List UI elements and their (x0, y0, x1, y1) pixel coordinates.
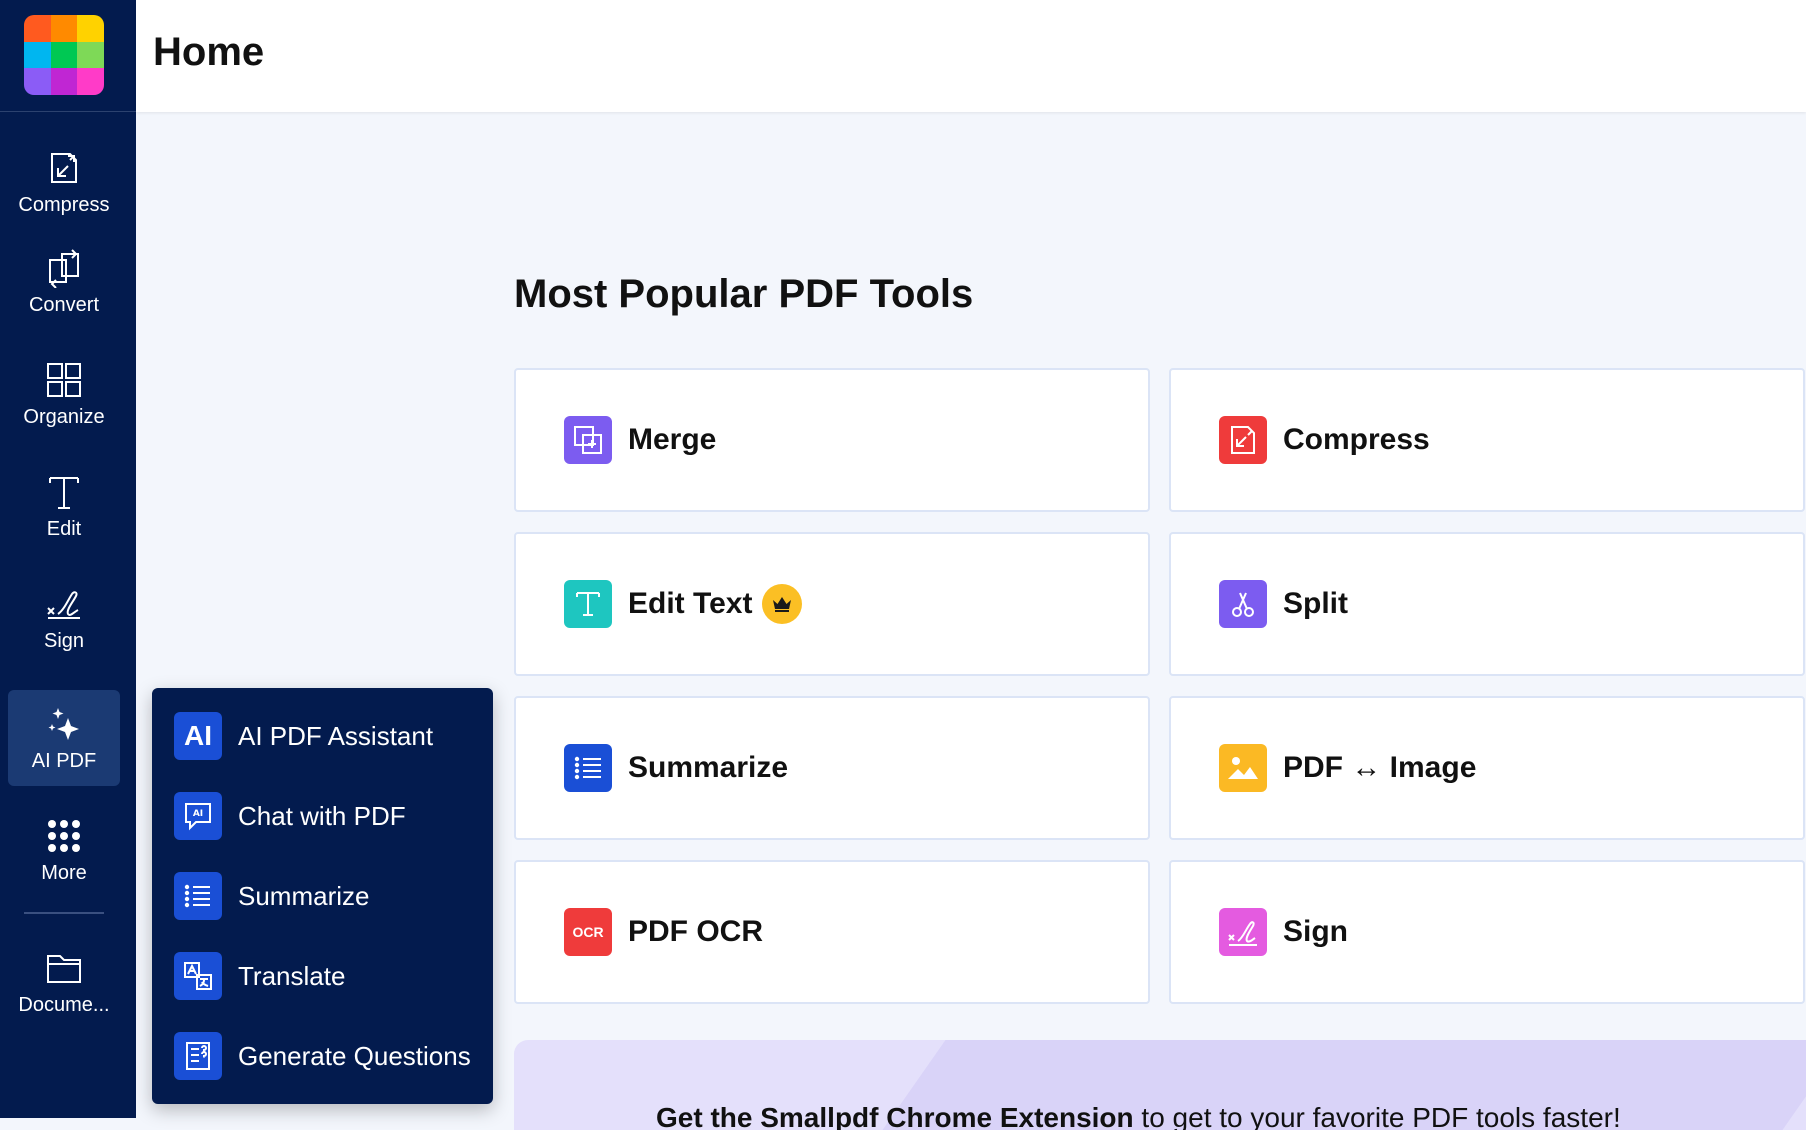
logo-tile (24, 41, 51, 69)
tool-card-label: Sign (1283, 915, 1348, 948)
merge-icon (564, 416, 612, 464)
tool-card-pdf-ocr[interactable]: OCR PDF OCR (514, 860, 1150, 1004)
svg-text:AI: AI (193, 809, 203, 819)
tool-card-label: Summarize (628, 751, 789, 784)
logo-tile (77, 41, 104, 69)
folder-icon (47, 955, 81, 983)
ai-menu-item-translate[interactable]: Translate (174, 949, 484, 1003)
tool-card-pdf-image[interactable]: PDF ↔ Image (1169, 696, 1805, 840)
rail-item-convert[interactable]: Convert (8, 234, 120, 330)
tool-card-label: PDF OCR (628, 915, 763, 948)
section-title: Most Popular PDF Tools (514, 272, 974, 316)
rail-item-label: Edit (46, 518, 82, 540)
image-icon (1219, 744, 1267, 792)
edit-text-icon (564, 580, 612, 628)
rail-item-sign[interactable]: Sign (8, 570, 120, 666)
ai-menu-item-chat[interactable]: AI Chat with PDF (174, 789, 484, 843)
banner-text: Get the Smallpdf Chrome Extension to get… (656, 1102, 1621, 1130)
ai-menu-item-generate-questions[interactable]: Generate Questions (174, 1029, 484, 1083)
tool-card-label: Edit Text (628, 587, 753, 620)
tool-card-split[interactable]: Split (1169, 532, 1805, 676)
left-rail: Compress Convert Organize Edit Sign AI P… (0, 0, 136, 1118)
convert-icon (49, 249, 79, 288)
logo-tile (50, 15, 78, 42)
tool-card-summarize[interactable]: Summarize (514, 696, 1150, 840)
compress-icon (51, 153, 77, 183)
ai-pdf-menu: AI AI PDF Assistant AI Chat with PDF Sum… (152, 688, 493, 1104)
tool-card-edit-text[interactable]: Edit Text (514, 532, 1150, 676)
rail-item-label: Convert (28, 294, 100, 316)
rail-divider (0, 111, 136, 112)
organize-icon (47, 363, 81, 397)
ai-menu-item-summarize[interactable]: Summarize (174, 869, 484, 923)
scissors-icon (1219, 580, 1267, 628)
rail-item-label: Compress (18, 194, 110, 216)
grid-dots-icon (48, 820, 80, 852)
translate-icon (174, 952, 222, 1000)
smallpdf-logo[interactable] (24, 15, 104, 95)
list-icon (564, 744, 612, 792)
tool-card-compress[interactable]: Compress (1169, 368, 1805, 512)
rail-item-label: More (41, 862, 87, 884)
logo-tile (24, 68, 51, 95)
banner-link[interactable]: Get the Smallpdf Chrome Extension (656, 1102, 1134, 1130)
logo-tile (50, 41, 78, 69)
sparkles-icon (48, 708, 79, 740)
ocr-icon: OCR (564, 908, 612, 956)
rail-item-ai-pdf[interactable]: AI PDF (8, 690, 120, 786)
page-title: Home (153, 30, 265, 74)
rail-item-documents[interactable]: Docume... (8, 934, 120, 1030)
rail-item-label: Docume... (18, 994, 110, 1016)
logo-tile (77, 15, 104, 42)
rail-item-label: Organize (23, 406, 105, 428)
ai-badge-icon: AI (174, 712, 222, 760)
logo-tile (77, 68, 104, 95)
list-icon (174, 872, 222, 920)
premium-crown-icon (762, 584, 803, 624)
rail-item-label: Sign (43, 630, 85, 652)
logo-tile (24, 15, 51, 42)
rail-divider (24, 912, 104, 914)
tool-card-label: Compress (1283, 423, 1430, 456)
tool-card-merge[interactable]: Merge (514, 368, 1150, 512)
ai-menu-item-assistant[interactable]: AI AI PDF Assistant (174, 709, 484, 763)
rail-item-edit[interactable]: Edit (8, 458, 120, 554)
tool-card-label: Split (1283, 587, 1348, 620)
top-header: Home (136, 0, 1806, 112)
questions-doc-icon (174, 1032, 222, 1080)
chat-ai-icon: AI (174, 792, 222, 840)
tool-card-sign[interactable]: Sign (1169, 860, 1805, 1004)
sign-icon (1219, 908, 1267, 956)
rail-item-label: AI PDF (31, 750, 97, 772)
tool-card-label: Merge (628, 423, 717, 456)
rail-item-compress[interactable]: Compress (8, 134, 120, 230)
sign-icon (47, 591, 80, 619)
compress-icon (1219, 416, 1267, 464)
rail-item-organize[interactable]: Organize (8, 346, 120, 442)
tool-card-label: PDF ↔ Image (1283, 751, 1477, 784)
logo-tile (50, 68, 78, 95)
edit-text-icon (49, 477, 79, 509)
chrome-extension-banner[interactable]: Get the Smallpdf Chrome Extension to get… (514, 1040, 1806, 1130)
rail-item-more[interactable]: More (8, 802, 120, 898)
